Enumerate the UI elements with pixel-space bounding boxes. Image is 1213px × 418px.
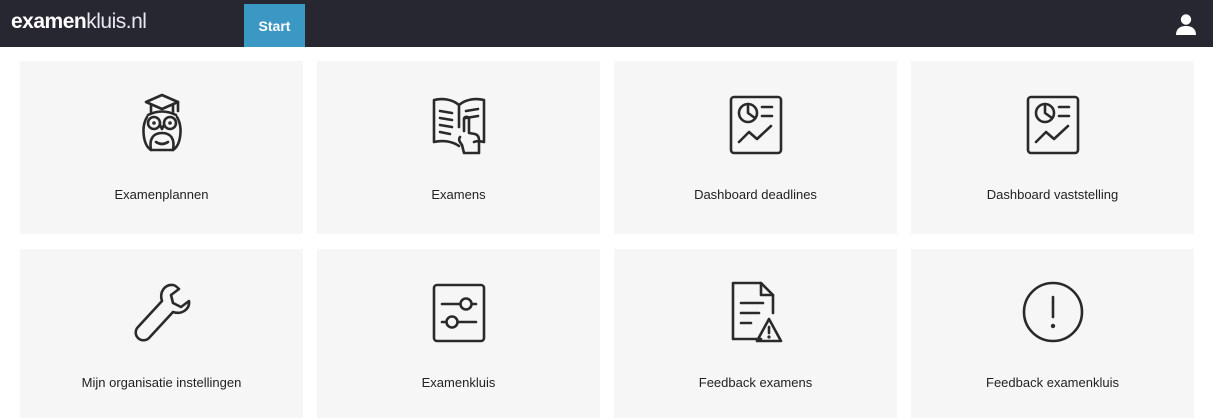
tile-dashboard-vaststelling[interactable]: Dashboard vaststelling [911, 61, 1194, 234]
dashboard-chart-icon [719, 87, 793, 161]
document-warning-icon [719, 275, 793, 349]
brand-logo-bold: examen [11, 10, 87, 33]
nav-tab-start[interactable]: Start [244, 4, 305, 47]
tile-label: Dashboard vaststelling [986, 187, 1119, 202]
tile-dashboard-deadlines[interactable]: Dashboard deadlines [614, 61, 897, 234]
tile-label: Feedback examenkluis [986, 375, 1119, 390]
tile-examens[interactable]: Examens [317, 61, 600, 234]
exclamation-circle-icon [1016, 275, 1090, 349]
tile-mijn-organisatie-instellingen[interactable]: Mijn organisatie instellingen [20, 249, 303, 418]
tile-label: Examenkluis [421, 375, 496, 390]
tile-label: Feedback examens [698, 375, 813, 390]
wrench-icon [125, 275, 199, 349]
brand-logo-light: kluis.nl [86, 10, 147, 33]
tile-label: Dashboard deadlines [694, 187, 817, 202]
sliders-icon [422, 275, 496, 349]
brand-logo[interactable]: examenkluis.nl [11, 10, 147, 34]
open-book-hand-icon [422, 87, 496, 161]
user-account-icon[interactable] [1174, 12, 1198, 36]
top-navigation-bar: examenkluis.nl Start [0, 0, 1213, 47]
tile-examenkluis[interactable]: Examenkluis [317, 249, 600, 418]
tile-label: Mijn organisatie instellingen [81, 375, 242, 390]
tile-label: Examenplannen [114, 187, 209, 202]
tile-label: Examens [431, 187, 486, 202]
tile-examenplannen[interactable]: Examenplannen [20, 61, 303, 234]
tile-feedback-examenkluis[interactable]: Feedback examenkluis [911, 249, 1194, 418]
dashboard-chart-icon [1016, 87, 1090, 161]
owl-graduation-icon [125, 87, 199, 161]
tile-feedback-examens[interactable]: Feedback examens [614, 249, 897, 418]
